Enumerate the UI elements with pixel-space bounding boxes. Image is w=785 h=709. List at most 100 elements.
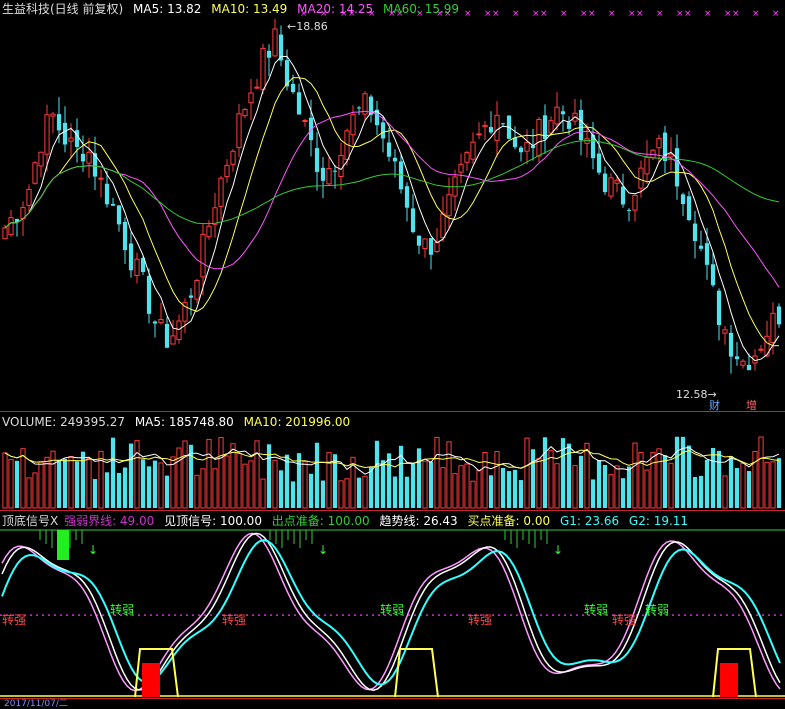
candle-up	[536, 119, 542, 157]
candle-down	[596, 153, 602, 173]
volume-bar-up	[182, 440, 188, 509]
volume-bar-down	[728, 456, 734, 508]
volume-bar-down	[578, 455, 584, 508]
increase-tag: 增	[746, 398, 757, 412]
volume-bar-up	[254, 440, 260, 509]
ma60-readout: MA60: 15.99	[383, 2, 460, 16]
signal-marker: ×	[752, 9, 760, 19]
volume-bar-up	[224, 455, 230, 509]
volume-bar-up	[326, 452, 332, 509]
volume-bar-up	[362, 475, 368, 509]
volume-bar-up	[206, 438, 212, 509]
volume-bar-down	[308, 473, 314, 508]
panel-divider-indicator	[0, 510, 785, 511]
volume-bar-up	[158, 462, 164, 509]
candle-up	[608, 177, 614, 197]
candle-up	[68, 137, 74, 142]
volume-bar-down	[698, 475, 704, 508]
candle-up	[212, 207, 218, 225]
candle-up	[524, 141, 530, 152]
candle-down	[386, 142, 392, 157]
volume-bar-down	[74, 461, 80, 508]
signal-marker: ×	[684, 9, 692, 19]
volume-bar-up	[44, 456, 50, 509]
signal-marker: ×	[464, 9, 472, 19]
candle-down	[380, 122, 386, 139]
volume-bar-up	[194, 474, 200, 509]
volume-bar-up	[422, 460, 428, 509]
signal-marker: ×	[628, 9, 636, 19]
volume-bar-down	[674, 436, 680, 508]
candle-up	[638, 167, 644, 189]
candle-up	[272, 28, 278, 57]
high-price-label: ←18.86	[287, 20, 328, 33]
candle-up	[224, 164, 230, 177]
candle-down	[314, 148, 320, 172]
candle-down	[80, 153, 86, 162]
label-strong: 转强	[612, 612, 636, 627]
candle-up	[194, 279, 200, 300]
signal-marker: ×	[540, 9, 548, 19]
candle-up	[740, 360, 746, 366]
volume-bar-down	[14, 460, 20, 508]
candle-down	[410, 208, 416, 233]
volume-bar-down	[602, 464, 608, 508]
candle-up	[338, 154, 344, 177]
volume-bar-up	[668, 462, 674, 509]
volume-bar-down	[62, 458, 68, 508]
candle-down	[518, 147, 524, 153]
candle-down	[746, 364, 752, 371]
signal-marker: ×	[580, 9, 588, 19]
candle-up	[494, 114, 500, 141]
signal-marker: ×	[732, 9, 740, 19]
volume-bar-down	[518, 480, 524, 508]
candle-up	[158, 319, 164, 324]
candle-up	[434, 241, 440, 253]
volume-bar-up	[632, 442, 638, 509]
candle-down	[290, 83, 296, 93]
volume-bar-down	[776, 458, 782, 508]
volume-bar-up	[38, 460, 44, 509]
candle-down	[560, 111, 566, 115]
volume-bar-down	[278, 470, 284, 508]
volume-readout: VOLUME: 249395.27	[2, 415, 125, 429]
candle-down	[188, 295, 194, 298]
volume-bar-down	[416, 448, 422, 508]
candle-down	[602, 173, 608, 193]
volume-bar-down	[128, 443, 134, 508]
volume-bar-down	[290, 481, 296, 508]
volume-bar-up	[722, 475, 728, 509]
candle-down	[488, 127, 494, 133]
candle-up	[350, 114, 356, 136]
ma20-readout: MA20: 14.25	[297, 2, 374, 16]
buy-ready-pulse	[394, 648, 439, 698]
volume-bar-up	[2, 452, 8, 509]
stock-chart[interactable]: × × × × × × × × × × × × × × × × × × × × × × × × × × × × × ×←18.8612.5…	[0, 0, 785, 708]
vol-ma5-readout: MA5: 185748.80	[134, 415, 234, 429]
volume-header: VOLUME: 249395.27 MA5: 185748.80 MA10: 2…	[2, 414, 356, 430]
candle-down	[428, 238, 434, 255]
candle-down	[728, 332, 734, 357]
candle-group	[2, 18, 782, 374]
volume-bar-up	[494, 451, 500, 509]
volume-bar-down	[116, 473, 122, 508]
volume-bar-down	[506, 471, 512, 508]
volume-bar-up	[134, 440, 140, 509]
candle-down	[566, 122, 572, 129]
g2-readout: G2: 19.11	[628, 514, 689, 528]
candle-down	[62, 122, 68, 145]
volume-bar-up	[572, 465, 578, 509]
volume-bar-up	[476, 469, 482, 509]
candle-down	[578, 109, 584, 141]
candle-up	[8, 217, 14, 236]
volume-bar-up	[50, 450, 56, 509]
candle-down	[320, 167, 326, 181]
signal-marker: ×	[492, 9, 500, 19]
volume-bar-up	[464, 463, 470, 509]
candle-up	[206, 225, 212, 238]
candle-down	[734, 356, 740, 360]
signal-marker: ×	[560, 9, 568, 19]
volume-bar-down	[386, 453, 392, 508]
price-header: 生益科技(日线 前复权) MA5: 13.82 MA10: 13.49 MA20…	[2, 1, 465, 17]
volume-bar-up	[434, 436, 440, 509]
